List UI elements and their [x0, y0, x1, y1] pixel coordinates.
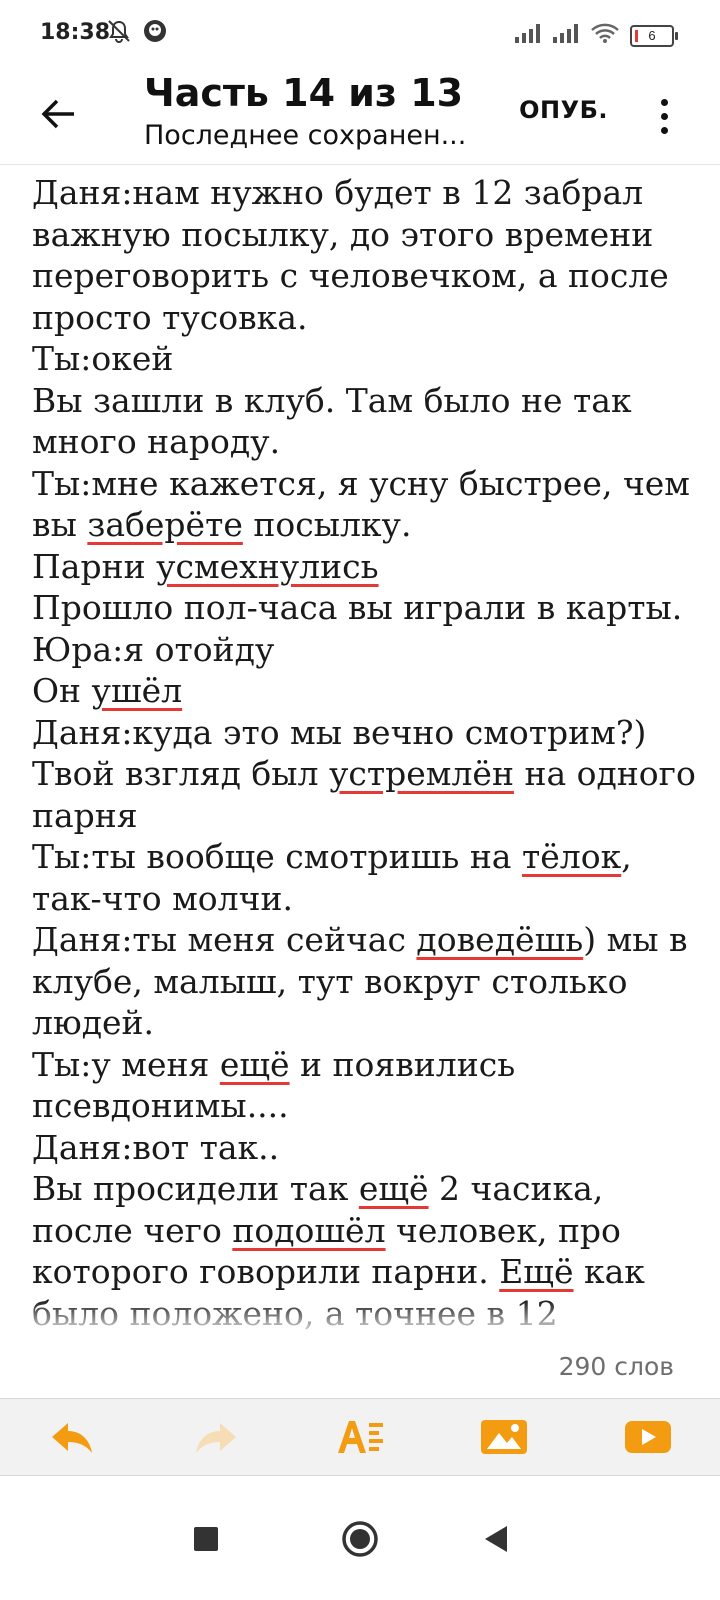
misspelled-word[interactable]: тёлок	[522, 837, 621, 876]
status-left-icons	[106, 18, 168, 49]
text-segment: Вы зашли в клуб. Там было не так много н…	[32, 380, 632, 462]
text-segment: Он	[32, 671, 92, 710]
back-icon	[485, 1526, 507, 1552]
redo-button[interactable]	[186, 1407, 246, 1467]
misspelled-word[interactable]: подошёл	[232, 1211, 385, 1250]
recent-apps-button[interactable]	[183, 1516, 229, 1562]
text-segment: Ты:ты вообще смотришь на	[32, 837, 522, 876]
undo-icon	[52, 1423, 92, 1453]
text-format-button[interactable]	[330, 1407, 390, 1467]
misspelled-word[interactable]: устремлён	[329, 754, 514, 793]
text-paragraph: Вы зашли в клуб. Там было не так много н…	[32, 380, 700, 463]
status-right-icons: 6	[514, 22, 678, 49]
redo-icon	[196, 1423, 236, 1453]
story-text-editor[interactable]: Даня:нам нужно будет в 12 забрал важную …	[32, 172, 700, 1338]
editor-fade	[0, 1300, 720, 1344]
text-paragraph: Даня:нам нужно будет в 12 забрал важную …	[32, 172, 700, 338]
text-paragraph: Даня:куда это мы вечно смотрим?)	[32, 712, 700, 754]
text-paragraph: Ты:окей	[32, 338, 700, 380]
app-bar: Часть 14 из 13 Последнее сохранен... ОПУ…	[0, 68, 720, 165]
app-notification-icon	[142, 18, 168, 49]
text-segment: Ты:у меня	[32, 1044, 220, 1084]
misspelled-word[interactable]: ушёл	[92, 671, 183, 710]
signal-icon	[552, 22, 580, 49]
text-paragraph: Прошло пол-часа вы играли в карты.	[32, 587, 700, 629]
text-paragraph: Ты:ты вообще смотришь на тёлок, так-что …	[32, 836, 700, 919]
text-paragraph: Даня:ты меня сейчас доведёшь) мы в клубе…	[32, 919, 700, 1044]
text-paragraph: Юра:я отойду	[32, 629, 700, 671]
nav-back-button[interactable]	[473, 1516, 519, 1562]
insert-image-button[interactable]	[474, 1407, 534, 1467]
mute-alarm-icon	[106, 18, 132, 49]
text-paragraph: Он ушёл	[32, 670, 700, 712]
misspelled-word[interactable]: ещё	[220, 1045, 290, 1084]
battery-icon: 6	[630, 24, 678, 47]
home-button[interactable]	[337, 1516, 383, 1562]
more-vert-icon[interactable]	[652, 88, 676, 144]
signal-icon	[514, 22, 542, 49]
back-button[interactable]	[34, 90, 82, 138]
text-segment: Даня:ты меня сейчас	[32, 920, 417, 959]
undo-button[interactable]	[42, 1407, 102, 1467]
insert-video-icon	[625, 1421, 671, 1453]
text-paragraph: Парни усмехнулись	[32, 546, 700, 588]
editor-toolbar	[0, 1398, 720, 1476]
word-count: 290 слов	[558, 1352, 674, 1381]
arrow-left-icon	[41, 99, 74, 129]
misspelled-word[interactable]: заберёте	[87, 505, 243, 544]
status-bar: 18:38 6	[0, 0, 720, 68]
text-paragraph: Ты:у меня ещё и появились псевдонимы....	[32, 1044, 700, 1127]
system-nav-bar	[0, 1476, 720, 1600]
text-paragraph: Ты:мне кажется, я усну быстрее, чем вы з…	[32, 463, 700, 546]
misspelled-word[interactable]: Ещё	[499, 1252, 573, 1291]
insert-video-button[interactable]	[618, 1407, 678, 1467]
text-segment: Ты:окей	[32, 339, 174, 378]
text-segment: посылку.	[242, 505, 412, 544]
save-status: Последнее сохранен...	[144, 120, 467, 151]
title-block: Часть 14 из 13 Последнее сохранен...	[144, 70, 466, 156]
misspelled-word[interactable]: усмехнулись	[156, 547, 379, 586]
insert-image-icon	[481, 1420, 527, 1454]
publish-button[interactable]: ОПУБ.	[519, 96, 608, 124]
text-segment: Парни	[32, 546, 157, 586]
misspelled-word[interactable]: доведёшь	[416, 920, 583, 959]
text-segment: Даня:куда это мы вечно смотрим?)	[32, 712, 647, 752]
home-icon	[342, 1521, 378, 1557]
text-segment: Прошло пол-часа вы играли в карты.	[32, 588, 683, 627]
wifi-icon	[590, 22, 620, 49]
text-segment: Юра:я отойду	[32, 629, 275, 669]
text-segment: Даня:вот так..	[32, 1127, 280, 1167]
misspelled-word[interactable]: ещё	[359, 1169, 429, 1208]
status-time: 18:38	[40, 20, 111, 45]
text-format-icon	[338, 1421, 383, 1453]
battery-level: 6	[648, 28, 656, 43]
text-segment: Вы просидели так	[32, 1169, 359, 1208]
recent-apps-icon	[194, 1527, 218, 1551]
text-paragraph: Даня:вот так..	[32, 1127, 700, 1169]
text-segment: Даня:нам нужно будет в 12 забрал важную …	[32, 173, 669, 337]
page-title: Часть 14 из 13	[144, 71, 464, 115]
text-paragraph: Твой взгляд был устремлён на одного парн…	[32, 753, 700, 836]
text-segment: Твой взгляд был	[32, 754, 329, 793]
